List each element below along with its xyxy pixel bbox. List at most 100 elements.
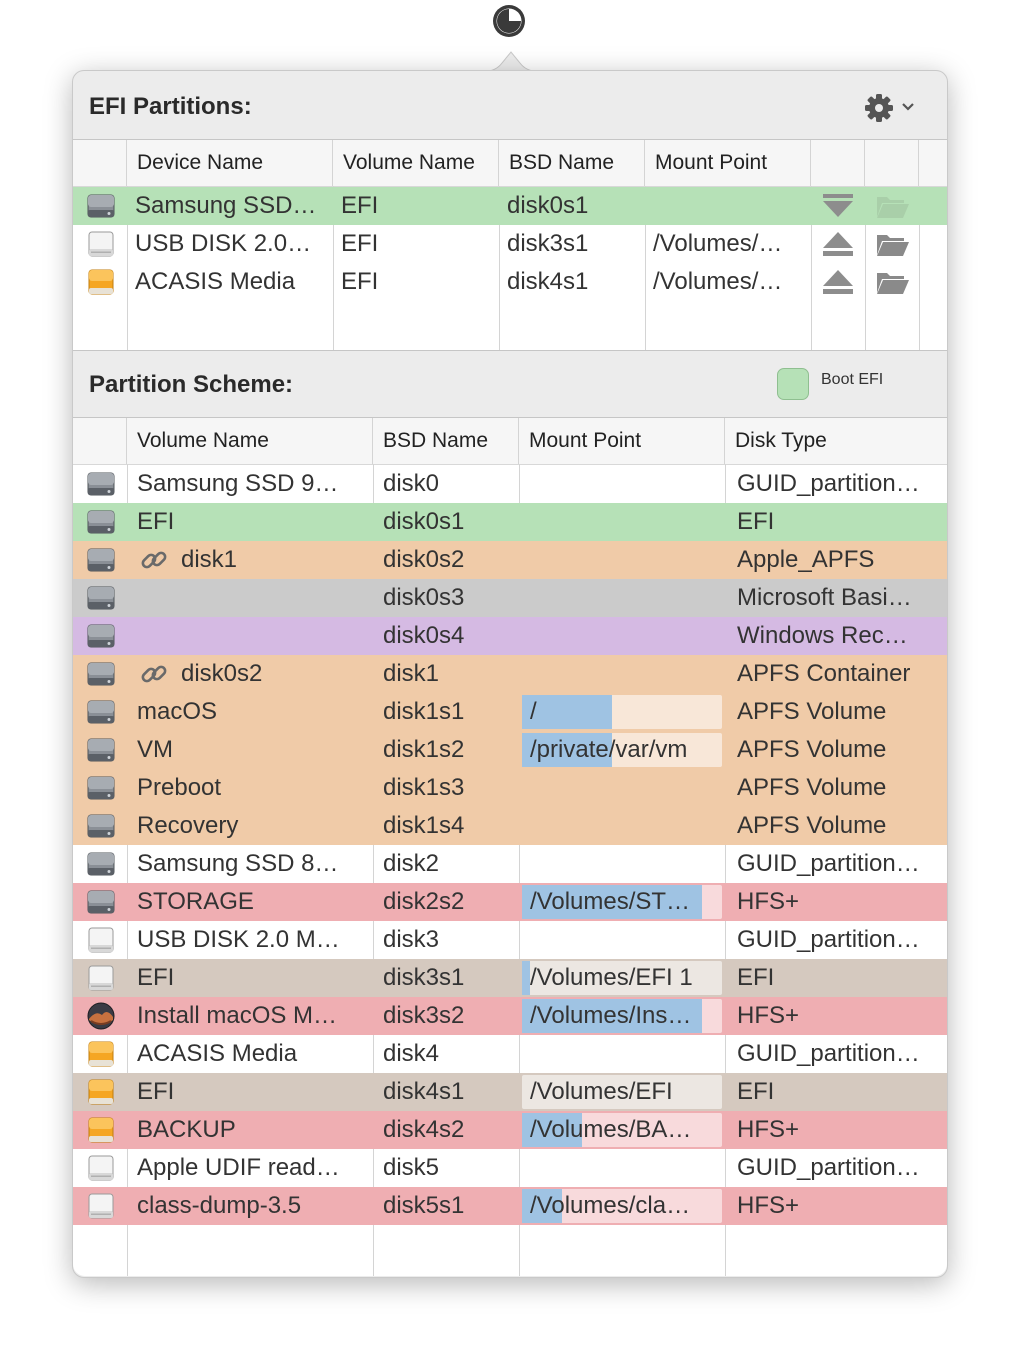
partition-table-row[interactable]: disk0s3 Microsoft Basi… bbox=[73, 579, 947, 617]
mount-point-cell: /Volumes/EFI bbox=[530, 1078, 673, 1105]
folder-icon bbox=[874, 273, 910, 301]
column-header-mount-point[interactable]: Mount Point bbox=[519, 418, 725, 464]
usage-fill bbox=[522, 961, 530, 995]
disk-type-cell: Windows Rec… bbox=[737, 622, 908, 649]
mount-point-usage-bar: /Volumes/Ins… bbox=[522, 999, 722, 1033]
volume-name-cell: EFI bbox=[341, 230, 379, 257]
column-header-bsd-name[interactable]: BSD Name bbox=[373, 418, 519, 464]
clover-status-icon[interactable] bbox=[491, 3, 527, 39]
mount-point-usage-bar: /private/var/vm bbox=[522, 733, 722, 767]
partition-table-row[interactable]: EFI disk4s1/Volumes/EFI EFI bbox=[73, 1073, 947, 1111]
internal-disk-icon bbox=[86, 470, 116, 498]
bsd-name-cell: disk1s2 bbox=[383, 736, 465, 763]
partition-table-row[interactable]: Preboot disk1s3 APFS Volume bbox=[73, 769, 947, 807]
mount-point-cell: /Volumes/ST… bbox=[530, 888, 691, 915]
volume-name-cell: disk0s2 bbox=[181, 660, 263, 687]
settings-menu-button[interactable] bbox=[863, 91, 925, 125]
boot-efi-legend-label: Boot EFI bbox=[821, 371, 884, 388]
column-header-volume-name[interactable]: Volume Name bbox=[333, 140, 499, 186]
action-column-header bbox=[811, 140, 865, 186]
partition-table-row[interactable]: ACASIS Media disk4 GUID_partition… bbox=[73, 1035, 947, 1073]
mount-point-cell: /Volumes/EFI 1 bbox=[530, 964, 693, 991]
efi-table-row[interactable]: USB DISK 2.0… EFI disk3s1/Volumes/… bbox=[73, 225, 947, 263]
column-header-volume-name[interactable]: Volume Name bbox=[127, 418, 373, 464]
column-header-mount-point[interactable]: Mount Point bbox=[645, 140, 811, 186]
partition-table-row[interactable]: EFI disk3s1/Volumes/EFI 1 EFI bbox=[73, 959, 947, 997]
partition-table-row[interactable]: USB DISK 2.0 M… disk3 GUID_partition… bbox=[73, 921, 947, 959]
partition-table-row[interactable]: class-dump-3.5 disk5s1/Volumes/cla… HFS+ bbox=[73, 1187, 947, 1225]
efi-table-row[interactable]: ACASIS Media EFI disk4s1/Volumes/… bbox=[73, 263, 947, 301]
mount-point-usage-bar: /Volumes/cla… bbox=[522, 1189, 722, 1223]
mount-point-usage-bar: /Volumes/EFI 1 bbox=[522, 961, 722, 995]
volume-name-cell: ACASIS Media bbox=[137, 1040, 298, 1067]
column-header-bsd-name[interactable]: BSD Name bbox=[499, 140, 645, 186]
partition-scheme-table: Volume Name BSD Name Mount Point Disk Ty… bbox=[73, 417, 947, 1276]
icon-column-header bbox=[73, 418, 127, 464]
disk-type-cell: HFS+ bbox=[737, 1116, 800, 1143]
internal-disk-icon bbox=[86, 698, 116, 726]
efi-partitions-table: Device Name Volume Name BSD Name Mount P… bbox=[73, 139, 947, 351]
partition-table-row[interactable]: STORAGE disk2s2/Volumes/ST… HFS+ bbox=[73, 883, 947, 921]
bsd-name-cell: disk0s2 bbox=[383, 546, 465, 573]
mount-point-usage-bar: /Volumes/EFI bbox=[522, 1075, 722, 1109]
internal-disk-icon bbox=[86, 192, 116, 220]
mount-point-cell: /Volumes/Ins… bbox=[530, 1002, 692, 1029]
partition-table-row[interactable]: Recovery disk1s4 APFS Volume bbox=[73, 807, 947, 845]
volume-name-cell: USB DISK 2.0 M… bbox=[137, 926, 340, 953]
mount-point-cell: /Volumes/BA… bbox=[530, 1116, 692, 1143]
disk-type-cell: HFS+ bbox=[737, 888, 800, 915]
mount-efi-button[interactable] bbox=[820, 191, 856, 221]
volume-name-cell: Apple UDIF read… bbox=[137, 1154, 340, 1181]
external-disk-icon bbox=[86, 964, 116, 992]
partition-table-row[interactable]: disk0s2 disk1 APFS Container bbox=[73, 655, 947, 693]
disk-type-cell: APFS Volume bbox=[737, 698, 887, 725]
volume-name-cell: class-dump-3.5 bbox=[137, 1192, 302, 1219]
eject-efi-button[interactable] bbox=[820, 267, 856, 297]
efi-table-row[interactable]: Samsung SSD… EFI disk0s1 bbox=[73, 187, 947, 225]
bsd-name-cell: disk0s3 bbox=[383, 584, 465, 611]
partition-table-row[interactable]: disk0s4 Windows Rec… bbox=[73, 617, 947, 655]
device-name-cell: Samsung SSD… bbox=[135, 192, 317, 219]
link-icon bbox=[139, 546, 169, 574]
internal-disk-icon bbox=[86, 508, 116, 536]
column-header-device-name[interactable]: Device Name bbox=[127, 140, 333, 186]
external-disk-icon bbox=[86, 230, 116, 258]
partition-table-row[interactable]: Samsung SSD 8… disk2 GUID_partition… bbox=[73, 845, 947, 883]
volume-name-cell: EFI bbox=[137, 1078, 175, 1105]
eject-efi-button[interactable] bbox=[820, 229, 856, 259]
chevron-down-icon bbox=[902, 103, 914, 111]
efi-table-header: Device Name Volume Name BSD Name Mount P… bbox=[73, 140, 947, 187]
folder-icon bbox=[874, 235, 910, 263]
installer-disk-icon bbox=[86, 1002, 116, 1030]
external-orange-disk-icon bbox=[86, 1078, 116, 1106]
disk-type-cell: Microsoft Basi… bbox=[737, 584, 912, 611]
disk-type-cell: GUID_partition… bbox=[737, 470, 920, 497]
partition-table-row[interactable]: BACKUP disk4s2/Volumes/BA… HFS+ bbox=[73, 1111, 947, 1149]
bsd-name-cell: disk4 bbox=[383, 1040, 440, 1067]
disk-type-cell: GUID_partition… bbox=[737, 1040, 920, 1067]
partition-table-row[interactable]: EFI disk0s1 EFI bbox=[73, 503, 947, 541]
bsd-name-cell: disk4s1 bbox=[383, 1078, 465, 1105]
internal-disk-icon bbox=[86, 888, 116, 916]
internal-disk-icon bbox=[86, 584, 116, 612]
partition-table-row[interactable]: Samsung SSD 9… disk0 GUID_partition… bbox=[73, 465, 947, 503]
partition-table-row[interactable]: VM disk1s2/private/var/vm APFS Volume bbox=[73, 731, 947, 769]
bsd-name-cell: disk2s2 bbox=[383, 888, 465, 915]
column-header-disk-type[interactable]: Disk Type bbox=[725, 418, 947, 464]
mount-point-usage-bar: /Volumes/ST… bbox=[522, 885, 722, 919]
disk-type-cell: EFI bbox=[737, 964, 775, 991]
partition-table-row[interactable]: macOS disk1s1 / APFS Volume bbox=[73, 693, 947, 731]
bsd-name-cell: disk2 bbox=[383, 850, 440, 877]
volume-name-cell: VM bbox=[137, 736, 173, 763]
mount-point-cell: /Volumes/… bbox=[653, 230, 783, 257]
disk-type-cell: GUID_partition… bbox=[737, 850, 920, 877]
popover-arrow bbox=[486, 51, 536, 72]
disk-type-cell: APFS Volume bbox=[737, 774, 887, 801]
partition-table-row[interactable]: disk1 disk0s2 Apple_APFS bbox=[73, 541, 947, 579]
open-folder-button[interactable] bbox=[874, 229, 910, 259]
gear-icon bbox=[865, 94, 914, 122]
partition-table-row[interactable]: Apple UDIF read… disk5 GUID_partition… bbox=[73, 1149, 947, 1187]
partition-table-row[interactable]: Install macOS M… disk3s2/Volumes/Ins… HFS+ bbox=[73, 997, 947, 1035]
bsd-name-cell: disk0 bbox=[383, 470, 440, 497]
open-folder-button[interactable] bbox=[874, 267, 910, 297]
